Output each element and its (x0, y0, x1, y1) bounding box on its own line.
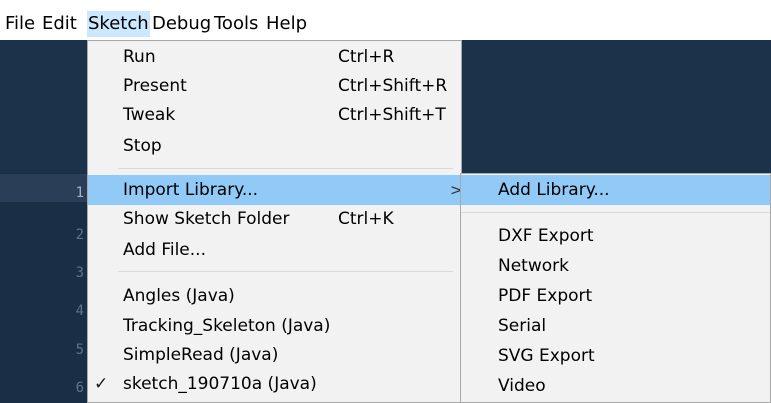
menu-item-import-library[interactable]: Import Library... > (88, 175, 463, 205)
library-item[interactable]: SVG Export (461, 346, 770, 372)
menu-separator (461, 212, 770, 213)
menu-item-add-file[interactable]: Add File... (88, 240, 461, 266)
menu-item-present[interactable]: Present Ctrl+Shift+R (88, 76, 461, 102)
show-sketch-folder-shortcut: Ctrl+K (338, 209, 394, 229)
run-label: Run (123, 47, 156, 67)
menu-item-show-sketch-folder[interactable]: Show Sketch Folder Ctrl+K (88, 209, 461, 235)
recent-sketch-item[interactable]: Angles (Java) (88, 286, 461, 312)
recent-sketch-label: Angles (Java) (123, 286, 235, 306)
present-label: Present (123, 76, 187, 96)
add-library-label: Add Library... (498, 180, 610, 200)
line-number: 2 (75, 227, 84, 243)
submenu-item-add-library[interactable]: Add Library... (461, 175, 770, 205)
menu-file[interactable]: File (5, 11, 35, 37)
library-label: SVG Export (498, 346, 595, 366)
recent-sketch-item[interactable]: SimpleRead (Java) (88, 345, 461, 371)
library-item[interactable]: DXF Export (461, 226, 770, 252)
recent-sketch-item-current[interactable]: ✓ sketch_190710a (Java) (88, 374, 461, 400)
menu-item-stop[interactable]: Stop (88, 136, 461, 162)
present-shortcut: Ctrl+Shift+R (338, 76, 448, 96)
import-library-label: Import Library... (123, 180, 259, 200)
menu-item-run[interactable]: Run Ctrl+R (88, 47, 461, 73)
import-library-submenu: Add Library... DXF Export Network PDF Ex… (460, 173, 771, 403)
library-item[interactable]: Video (461, 376, 770, 402)
library-item[interactable]: Network (461, 256, 770, 282)
library-label: Serial (498, 316, 547, 336)
menu-tools[interactable]: Tools (214, 11, 258, 37)
library-item[interactable]: PDF Export (461, 286, 770, 312)
menu-debug[interactable]: Debug (152, 11, 211, 37)
line-number: 1 (75, 185, 84, 201)
recent-sketch-item[interactable]: Tracking_Skeleton (Java) (88, 316, 461, 342)
line-gutter (0, 173, 90, 403)
menu-separator (118, 271, 453, 272)
library-label: Video (498, 376, 546, 396)
line-number: 5 (75, 342, 84, 358)
line-number: 3 (75, 265, 84, 281)
library-label: DXF Export (498, 226, 594, 246)
menu-help[interactable]: Help (266, 11, 307, 37)
menu-separator (118, 168, 453, 169)
run-shortcut: Ctrl+R (338, 47, 395, 67)
menu-sketch[interactable]: Sketch (87, 11, 150, 37)
sketch-menu: Run Ctrl+R Present Ctrl+Shift+R Tweak Ct… (87, 40, 463, 403)
add-file-label: Add File... (123, 240, 206, 260)
checkmark-icon: ✓ (94, 374, 109, 394)
stop-label: Stop (123, 136, 162, 156)
recent-sketch-label: Tracking_Skeleton (Java) (123, 316, 331, 336)
library-item[interactable]: Serial (461, 316, 770, 342)
tweak-label: Tweak (123, 105, 176, 125)
menu-bar: File Edit Sketch Debug Tools Help (0, 0, 771, 40)
menu-item-tweak[interactable]: Tweak Ctrl+Shift+T (88, 105, 461, 131)
library-label: PDF Export (498, 286, 593, 306)
tweak-shortcut: Ctrl+Shift+T (338, 105, 446, 125)
recent-sketch-label: SimpleRead (Java) (123, 345, 279, 365)
menu-edit[interactable]: Edit (42, 11, 77, 37)
library-label: Network (498, 256, 569, 276)
recent-sketch-label: sketch_190710a (Java) (123, 374, 317, 394)
line-number: 4 (75, 303, 84, 319)
line-number: 6 (75, 380, 84, 396)
show-sketch-folder-label: Show Sketch Folder (123, 209, 290, 229)
